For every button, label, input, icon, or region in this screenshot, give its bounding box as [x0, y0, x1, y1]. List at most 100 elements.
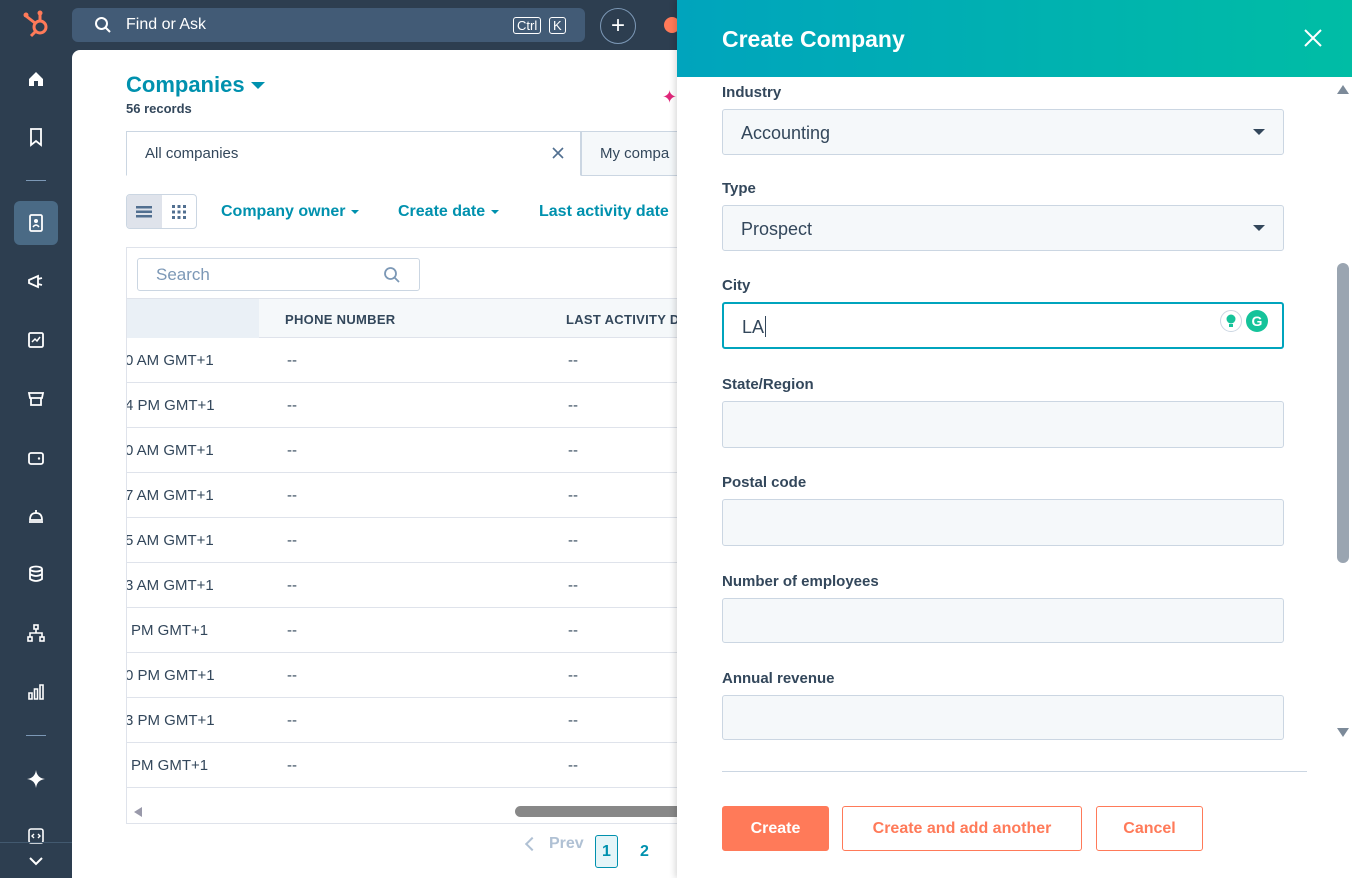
chevron-left-icon — [524, 836, 540, 852]
cell-phone-number: -- — [287, 577, 297, 594]
pagination-prev[interactable]: Prev — [524, 835, 584, 853]
wallet-icon[interactable] — [14, 436, 58, 480]
create-and-add-another-button[interactable]: Create and add another — [842, 806, 1082, 851]
board-view-button[interactable] — [162, 195, 197, 228]
city-input[interactable]: LA G — [722, 302, 1284, 349]
scroll-up-arrow[interactable] — [1337, 85, 1349, 94]
table-row[interactable]: 5 AM GMT+1 -- -- — [127, 518, 677, 563]
panel-header: Create Company — [677, 0, 1352, 77]
scroll-down-arrow[interactable] — [1337, 728, 1349, 737]
megaphone-icon[interactable] — [14, 260, 58, 304]
search-icon — [384, 266, 400, 283]
cell-phone-number: -- — [287, 712, 297, 729]
org-chart-icon[interactable] — [14, 611, 58, 655]
commerce-icon[interactable] — [14, 377, 58, 421]
cell-phone-number: -- — [287, 667, 297, 684]
service-bell-icon[interactable] — [14, 494, 58, 538]
table-row[interactable]: 0 PM GMT+1 -- -- — [127, 653, 677, 698]
filter-company-owner[interactable]: Company owner — [221, 203, 360, 221]
hubspot-logo-icon[interactable] — [22, 9, 52, 39]
table-row[interactable]: PM GMT+1 -- -- — [127, 743, 677, 788]
cell-last-activity: -- — [568, 442, 578, 459]
search-icon — [95, 17, 111, 33]
panel-title: Create Company — [722, 26, 905, 52]
type-value: Prospect — [741, 219, 813, 239]
content-icon[interactable] — [14, 318, 58, 362]
scrollbar-thumb[interactable] — [515, 806, 677, 817]
cell-last-activity: -- — [568, 622, 578, 639]
filter-last-activity-date[interactable]: Last activity date — [539, 203, 669, 221]
global-search-label: Find or Ask — [126, 16, 207, 33]
cell-date: 3 PM GMT+1 — [126, 712, 215, 729]
tab-my-companies[interactable]: My compa — [581, 131, 677, 176]
cell-date: PM GMT+1 — [131, 757, 209, 774]
field-label-number-of-employees: Number of employees — [722, 573, 879, 590]
object-switcher-dropdown[interactable]: Companies — [126, 72, 265, 98]
cell-last-activity: -- — [568, 712, 578, 729]
table-search-input[interactable]: Search — [137, 258, 420, 291]
cell-phone-number: -- — [287, 487, 297, 504]
cell-phone-number: -- — [287, 442, 297, 459]
global-search-input[interactable]: Find or Ask Ctrl K — [72, 8, 585, 42]
cell-date: 0 AM GMT+1 — [126, 442, 214, 459]
number-of-employees-input[interactable] — [722, 598, 1284, 643]
tab-all-companies[interactable]: All companies — [126, 131, 581, 176]
table-row[interactable]: 0 AM GMT+1 -- -- — [127, 428, 677, 473]
filter-label: Company owner — [221, 203, 346, 220]
panel-vertical-scrollbar[interactable] — [1334, 77, 1352, 742]
table-row[interactable]: 0 AM GMT+1 -- -- — [127, 338, 677, 383]
contacts-icon[interactable] — [14, 201, 58, 245]
code-icon[interactable] — [14, 814, 58, 844]
nav-divider — [26, 180, 46, 181]
pagination-page-2[interactable]: 2 — [633, 835, 656, 868]
table-row[interactable]: 7 AM GMT+1 -- -- — [127, 473, 677, 518]
home-icon[interactable] — [14, 57, 58, 101]
grammarly-icon[interactable]: G — [1246, 310, 1268, 332]
scrollbar-thumb[interactable] — [1337, 263, 1349, 563]
cell-phone-number: -- — [287, 397, 297, 414]
filter-create-date[interactable]: Create date — [398, 203, 500, 221]
grid-icon — [171, 204, 186, 219]
column-header-phone-number[interactable]: PHONE NUMBER — [285, 312, 396, 327]
bookmark-icon[interactable] — [14, 115, 58, 159]
collapse-nav-button[interactable] — [0, 842, 72, 878]
table-row[interactable]: 4 PM GMT+1 -- -- — [127, 383, 677, 428]
table-row[interactable]: PM GMT+1 -- -- — [127, 608, 677, 653]
table-row[interactable]: 3 AM GMT+1 -- -- — [127, 563, 677, 608]
column-header-date[interactable] — [127, 299, 259, 338]
cell-date: PM GMT+1 — [131, 622, 209, 639]
table-row[interactable]: 3 PM GMT+1 -- -- — [127, 698, 677, 743]
cell-date: 7 AM GMT+1 — [126, 487, 214, 504]
column-header-last-activity[interactable]: LAST ACTIVITY D — [566, 312, 677, 327]
horizontal-scrollbar[interactable] — [127, 801, 677, 823]
filter-label: Last activity date — [539, 203, 669, 220]
field-label-annual-revenue: Annual revenue — [722, 670, 835, 687]
state-region-input[interactable] — [722, 401, 1284, 448]
postal-code-input[interactable] — [722, 499, 1284, 546]
pagination-page-1[interactable]: 1 — [595, 835, 618, 868]
caret-down-icon — [1253, 225, 1265, 231]
scroll-left-arrow[interactable] — [134, 807, 142, 817]
create-company-panel: Create Company Industry Accounting Type … — [677, 0, 1352, 878]
ai-sparkle-icon[interactable] — [14, 757, 58, 801]
lightbulb-icon[interactable] — [1220, 310, 1242, 332]
grammarly-widget[interactable]: G — [1220, 310, 1272, 334]
reports-icon[interactable] — [14, 670, 58, 714]
type-select[interactable]: Prospect — [722, 205, 1284, 251]
ai-sparkle-icon[interactable]: ✦ — [662, 87, 677, 108]
nav-divider — [26, 735, 46, 736]
create-button[interactable]: Create — [722, 806, 829, 851]
list-view-button[interactable] — [127, 195, 162, 228]
create-new-button[interactable]: + — [600, 8, 636, 44]
cancel-button[interactable]: Cancel — [1096, 806, 1203, 851]
close-icon[interactable] — [550, 145, 566, 161]
cell-last-activity: -- — [568, 757, 578, 774]
companies-table: Search PHONE NUMBER LAST ACTIVITY D 0 AM… — [126, 247, 677, 824]
annual-revenue-input[interactable] — [722, 695, 1284, 740]
close-icon[interactable] — [1303, 28, 1323, 48]
cell-last-activity: -- — [568, 667, 578, 684]
database-icon[interactable] — [14, 552, 58, 596]
cell-last-activity: -- — [568, 397, 578, 414]
cell-date: 4 PM GMT+1 — [126, 397, 215, 414]
industry-select[interactable]: Accounting — [722, 109, 1284, 155]
